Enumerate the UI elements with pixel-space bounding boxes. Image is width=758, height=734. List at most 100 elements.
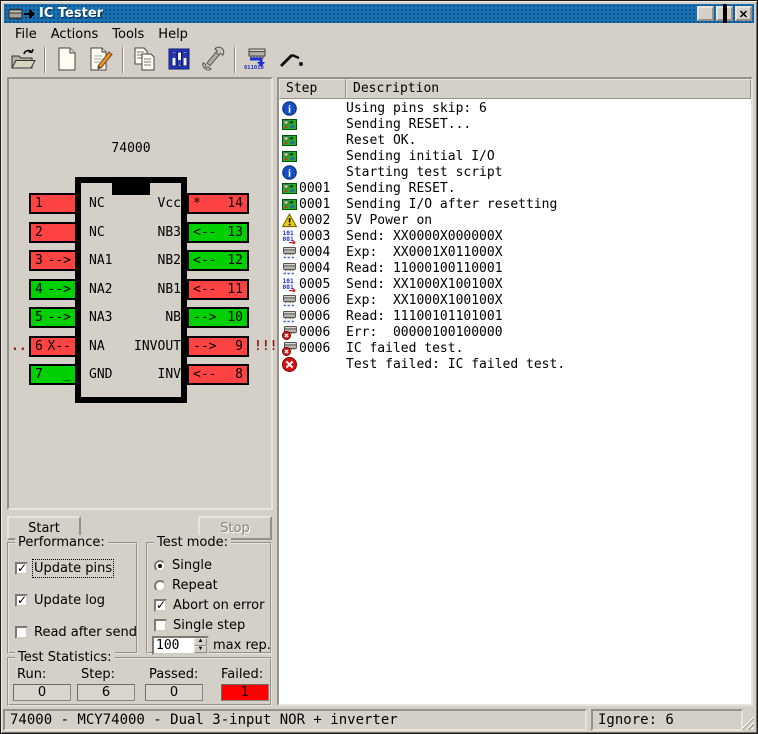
checkbox-label: Update pins — [34, 561, 112, 576]
log-row[interactable]: 0001Sending I/O after resetting — [279, 196, 751, 212]
pin-direction: <-- — [193, 368, 216, 381]
toolbar: 011010 — [4, 44, 754, 76]
max-rep-input[interactable] — [154, 638, 194, 653]
log-description: Using pins skip: 6 — [346, 101, 487, 116]
board-ok-icon — [282, 149, 299, 164]
log-row[interactable]: 0006Read: 11100101101001 — [279, 308, 751, 324]
radio-label: Repeat — [172, 578, 218, 593]
performance-frame: Performance: Update pinsUpdate logRead a… — [7, 542, 138, 654]
checkbox-label: Update log — [34, 593, 105, 608]
pin-8-state: <-- 8 — [187, 364, 249, 385]
log-row[interactable]: 0006IC failed test. — [279, 340, 751, 356]
dip-switches-button[interactable] — [162, 45, 196, 75]
checkbox-box — [15, 562, 28, 575]
stat-passed: Passed:0 — [145, 667, 203, 701]
log-row[interactable]: Reset OK. — [279, 132, 751, 148]
pin-number: 14 — [227, 197, 243, 210]
pin-number: 1 — [35, 197, 43, 210]
pin-11-label: NB1 — [109, 279, 181, 300]
menu-file[interactable]: File — [8, 26, 44, 43]
stat-failed: Failed:1 — [221, 667, 269, 701]
pin-direction: --> — [48, 283, 71, 296]
edit-document-icon — [88, 46, 114, 75]
minimize-button[interactable] — [697, 6, 714, 21]
log-row[interactable]: 0004Read: 11000100110001 — [279, 260, 751, 276]
chip-read-icon — [282, 245, 299, 260]
checkbox-box — [154, 619, 167, 632]
pin-direction: <-- — [193, 283, 216, 296]
log-row[interactable]: iStarting test script — [279, 164, 751, 180]
log-row[interactable]: Sending RESET... — [279, 116, 751, 132]
log-row[interactable]: Test failed: IC failed test. — [279, 356, 751, 372]
checkbox-read-after-send[interactable]: Read after send — [9, 624, 136, 641]
pin-4-state: 4--> — [29, 279, 77, 300]
pin-13-state: <--13 — [187, 222, 249, 243]
log-description: Sending RESET... — [346, 117, 471, 132]
checkbox-abort-on-error[interactable]: Abort on error — [148, 597, 270, 614]
log-description: Send: XX1000X100100X — [346, 277, 503, 292]
close-icon: ✕ — [739, 6, 748, 21]
log-row[interactable]: Sending initial I/O — [279, 148, 751, 164]
edit-document-button[interactable] — [84, 45, 118, 75]
checkbox-update-pins[interactable]: Update pins — [9, 560, 136, 577]
probe-button[interactable] — [274, 45, 308, 75]
chip-name: 74000 — [75, 141, 187, 156]
log-row[interactable]: 0004Exp: XX0001X011000X — [279, 244, 751, 260]
checkbox-box — [154, 599, 167, 612]
pin-1-label: NC — [89, 193, 105, 214]
spin-up-button[interactable]: ▲ — [194, 638, 207, 646]
log-description: Starting test script — [346, 165, 503, 180]
checkbox-single-step[interactable]: Single step — [148, 617, 270, 634]
log-row[interactable]: 0006Err: 00000100100000 — [279, 324, 751, 340]
pin-direction: --> — [48, 311, 71, 324]
close-button[interactable]: ✕ — [735, 6, 752, 21]
pin-direction: <-- — [193, 226, 216, 239]
pin-number: 8 — [235, 368, 243, 381]
warning-icon — [282, 213, 299, 228]
log-description: Sending I/O after resetting — [346, 197, 557, 212]
performance-legend: Performance: — [15, 535, 108, 550]
pin-2-state: 2 — [29, 222, 77, 243]
max-rep-label: max rep. — [213, 638, 271, 653]
test-ic-button[interactable]: 011010 — [240, 45, 274, 75]
chip-error-icon — [282, 341, 299, 356]
pin-display-panel: 74000 1NC2NC3-->NA14-->NA25-->NA3...6X--… — [7, 77, 273, 510]
column-header-description[interactable]: Description — [346, 79, 751, 99]
log-row[interactable]: 0006Exp: XX1000X100100X — [279, 292, 751, 308]
log-row[interactable]: 0001Sending RESET. — [279, 180, 751, 196]
pin-1-state: 1 — [29, 193, 77, 214]
menu-help[interactable]: Help — [151, 26, 195, 43]
test-ic-icon: 011010 — [242, 46, 272, 75]
pin-14-label: Vcc — [109, 193, 181, 214]
titlebar[interactable]: IC Tester ✕ — [4, 4, 754, 23]
maximize-button[interactable] — [716, 6, 733, 21]
test-mode-legend: Test mode: — [154, 535, 231, 550]
log-description: IC failed test. — [346, 341, 463, 356]
copy-button[interactable] — [128, 45, 162, 75]
radio-circle — [154, 560, 166, 572]
radio-single[interactable]: Single — [148, 557, 270, 574]
column-header-step[interactable]: Step — [279, 79, 346, 99]
log-description: 5V Power on — [346, 213, 432, 228]
new-document-button[interactable] — [50, 45, 84, 75]
radio-circle — [154, 580, 166, 592]
stat-label: Failed: — [221, 667, 269, 682]
checkbox-label: Abort on error — [173, 598, 264, 613]
board-ok-icon — [282, 133, 299, 148]
stat-value: 0 — [145, 684, 203, 701]
menu-tools[interactable]: Tools — [105, 26, 151, 43]
checkbox-update-log[interactable]: Update log — [9, 592, 136, 609]
log-step: 0006 — [299, 325, 346, 340]
log-row[interactable]: iUsing pins skip: 6 — [279, 100, 751, 116]
log-row[interactable]: 1010010005Send: XX1000X100100X — [279, 276, 751, 292]
radio-repeat[interactable]: Repeat — [148, 577, 270, 594]
wrench-button[interactable] — [196, 45, 230, 75]
pin-error-flag: !!! — [254, 336, 277, 357]
spin-down-button[interactable]: ▼ — [194, 646, 207, 654]
log-row[interactable]: 1010010003Send: XX0000X000000X — [279, 228, 751, 244]
log-step: 0006 — [299, 341, 346, 356]
open-file-button[interactable] — [6, 45, 40, 75]
menu-actions[interactable]: Actions — [44, 26, 106, 43]
stat-label: Run: — [17, 667, 71, 682]
log-row[interactable]: 00025V Power on — [279, 212, 751, 228]
